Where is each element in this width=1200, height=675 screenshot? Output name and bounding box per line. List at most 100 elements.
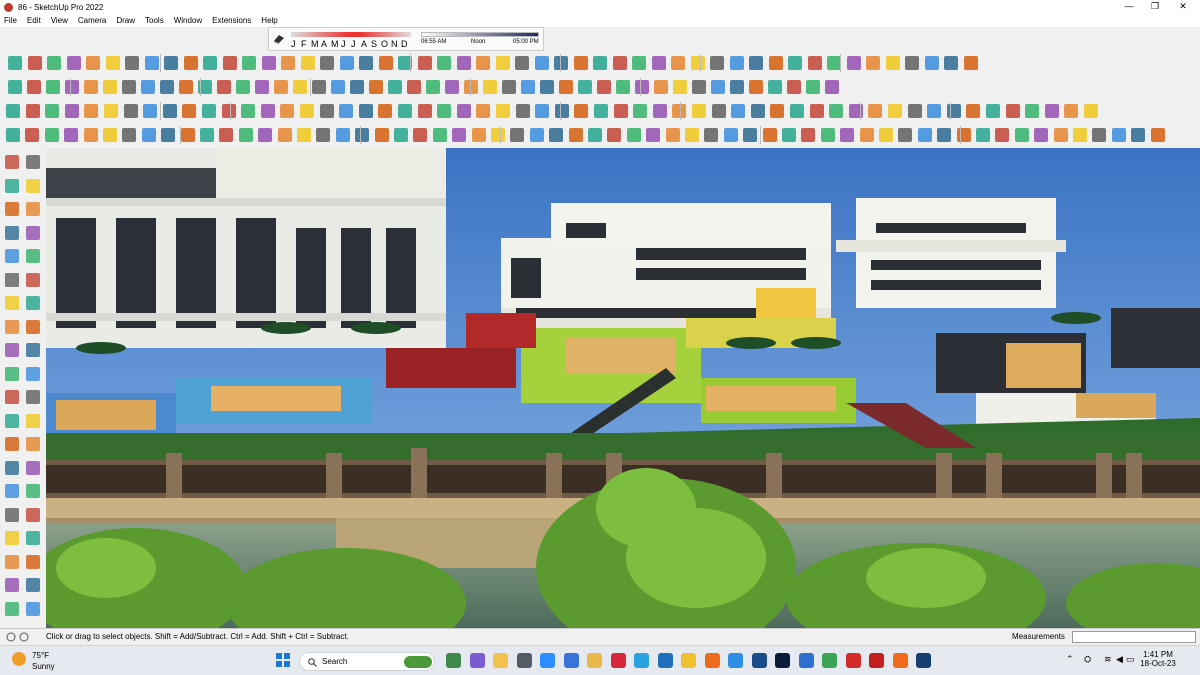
toolbar-tool-icon[interactable] xyxy=(255,80,269,94)
large-tool-icon[interactable] xyxy=(5,484,19,498)
toolbar-tool-icon[interactable] xyxy=(866,56,880,70)
month-slider[interactable] xyxy=(291,32,411,37)
language-icon[interactable]: ⛭ xyxy=(1084,654,1091,665)
toolbar-tool-icon[interactable] xyxy=(652,104,667,118)
toolbar-tool-icon[interactable] xyxy=(673,80,687,94)
toolbar-tool-icon[interactable] xyxy=(437,104,452,118)
toolbar-tool-icon[interactable] xyxy=(898,128,913,142)
toolbar-tool-icon[interactable] xyxy=(320,56,334,70)
toolbar-tool-icon[interactable] xyxy=(27,56,42,70)
status-info-icon[interactable] xyxy=(6,632,32,642)
toolbar-tool-icon[interactable] xyxy=(277,128,292,142)
toolbar-tool-icon[interactable] xyxy=(45,104,60,118)
large-tool-icon[interactable] xyxy=(26,225,40,240)
large-tool-icon[interactable] xyxy=(26,390,40,404)
toolbar-tool-icon[interactable] xyxy=(749,80,763,94)
toolbar-tool-icon[interactable] xyxy=(437,56,451,70)
copilot-icon[interactable] xyxy=(469,653,485,668)
toolbar-tool-icon[interactable] xyxy=(574,104,589,118)
toolbar-tool-icon[interactable] xyxy=(103,128,117,142)
toolbar-tool-icon[interactable] xyxy=(44,128,59,142)
toolbar-tool-icon[interactable] xyxy=(1044,104,1059,118)
toolbar-tool-icon[interactable] xyxy=(549,128,564,142)
large-tool-icon[interactable] xyxy=(26,366,40,381)
toolbar-tool-icon[interactable] xyxy=(559,80,573,94)
toolbar-tool-icon[interactable] xyxy=(626,128,641,142)
large-tool-icon[interactable] xyxy=(5,202,19,216)
toolbar-tool-icon[interactable] xyxy=(515,56,529,70)
toolbar-tool-icon[interactable] xyxy=(829,104,844,118)
weather-sun-icon[interactable] xyxy=(12,652,26,666)
shadow-toggle-icon[interactable] xyxy=(273,33,285,44)
toolbar-tool-icon[interactable] xyxy=(937,128,952,142)
task-view-icon[interactable] xyxy=(516,653,532,668)
large-tool-icon[interactable] xyxy=(26,554,40,569)
wifi-icon[interactable]: ≋ xyxy=(1104,654,1112,665)
toolbar-tool-icon[interactable] xyxy=(496,104,510,118)
toolbar-tool-icon[interactable] xyxy=(300,104,314,118)
toolbar-tool-icon[interactable] xyxy=(398,104,412,118)
toolbar-tool-icon[interactable] xyxy=(144,56,159,70)
calendar-app-icon[interactable] xyxy=(563,653,579,668)
large-tool-icon[interactable] xyxy=(5,460,19,475)
toolbar-tool-icon[interactable] xyxy=(432,128,447,142)
large-tool-icon[interactable] xyxy=(5,155,19,169)
toolbar-tool-icon[interactable] xyxy=(730,80,744,94)
toolbar-tool-icon[interactable] xyxy=(995,128,1010,142)
toolbar-tool-icon[interactable] xyxy=(452,128,467,142)
large-tool-icon[interactable] xyxy=(26,578,40,592)
toolbar-tool-icon[interactable] xyxy=(104,104,118,118)
toolbar-tool-icon[interactable] xyxy=(476,56,490,70)
toolbar-tool-icon[interactable] xyxy=(261,56,276,70)
toolbar-tool-icon[interactable] xyxy=(293,80,307,94)
volume-icon[interactable]: ◀ xyxy=(1116,654,1123,665)
toolbar-tool-icon[interactable] xyxy=(762,128,777,142)
large-tool-icon[interactable] xyxy=(5,554,19,569)
toolbar-tool-icon[interactable] xyxy=(47,56,61,70)
toolbar-tool-icon[interactable] xyxy=(1014,128,1029,142)
toolbar-tool-icon[interactable] xyxy=(510,128,525,142)
toolbar-tool-icon[interactable] xyxy=(417,104,432,118)
large-tool-icon[interactable] xyxy=(26,319,40,334)
toolbar-tool-icon[interactable] xyxy=(731,104,746,118)
toolbar-tool-icon[interactable] xyxy=(554,104,569,118)
toolbar-tool-icon[interactable] xyxy=(64,128,79,142)
toolbar-tool-icon[interactable] xyxy=(944,56,958,70)
toolbar-tool-icon[interactable] xyxy=(83,128,98,142)
toolbar-tool-icon[interactable] xyxy=(182,104,197,118)
toolbar-tool-icon[interactable] xyxy=(986,104,1000,118)
large-tool-icon[interactable] xyxy=(26,202,40,216)
toolbar-tool-icon[interactable] xyxy=(704,128,719,142)
toolbar-tool-icon[interactable] xyxy=(8,80,22,94)
large-tool-icon[interactable] xyxy=(5,296,19,310)
large-tool-icon[interactable] xyxy=(5,272,19,287)
toolbar-tool-icon[interactable] xyxy=(651,56,666,70)
toolbar-tool-icon[interactable] xyxy=(827,56,841,70)
toolbar-tool-icon[interactable] xyxy=(312,80,326,94)
pinterest-alt-icon[interactable] xyxy=(869,653,884,668)
folder-icon[interactable] xyxy=(587,653,602,668)
toolbar-tool-icon[interactable] xyxy=(238,128,253,142)
toolbar-tool-icon[interactable] xyxy=(65,80,79,94)
minimize-button[interactable]: — xyxy=(1116,0,1142,14)
toolbar-tool-icon[interactable] xyxy=(369,80,383,94)
toolbar-tool-icon[interactable] xyxy=(64,104,79,118)
toolbar-tool-icon[interactable] xyxy=(749,56,763,70)
toolbar-tool-icon[interactable] xyxy=(840,128,855,142)
toolbar-tool-icon[interactable] xyxy=(956,128,971,142)
toolbar-tool-icon[interactable] xyxy=(319,104,334,118)
toolbar-tool-icon[interactable] xyxy=(25,104,40,118)
pinterest-icon[interactable] xyxy=(845,653,861,668)
toolbar-tool-icon[interactable] xyxy=(665,128,680,142)
toolbar-tool-icon[interactable] xyxy=(723,128,738,142)
toolbar-tool-icon[interactable] xyxy=(1084,104,1098,118)
telegram-icon[interactable] xyxy=(634,653,649,668)
large-tool-icon[interactable] xyxy=(5,531,19,545)
toolbar-tool-icon[interactable] xyxy=(1150,128,1165,142)
toolbar-tool-icon[interactable] xyxy=(963,56,978,70)
close-button[interactable]: ✕ xyxy=(1170,0,1196,14)
toolbar-tool-icon[interactable] xyxy=(66,56,81,70)
toolbar-tool-icon[interactable] xyxy=(374,128,389,142)
toolbar-tool-icon[interactable] xyxy=(6,128,20,142)
opera-icon[interactable] xyxy=(610,653,626,668)
